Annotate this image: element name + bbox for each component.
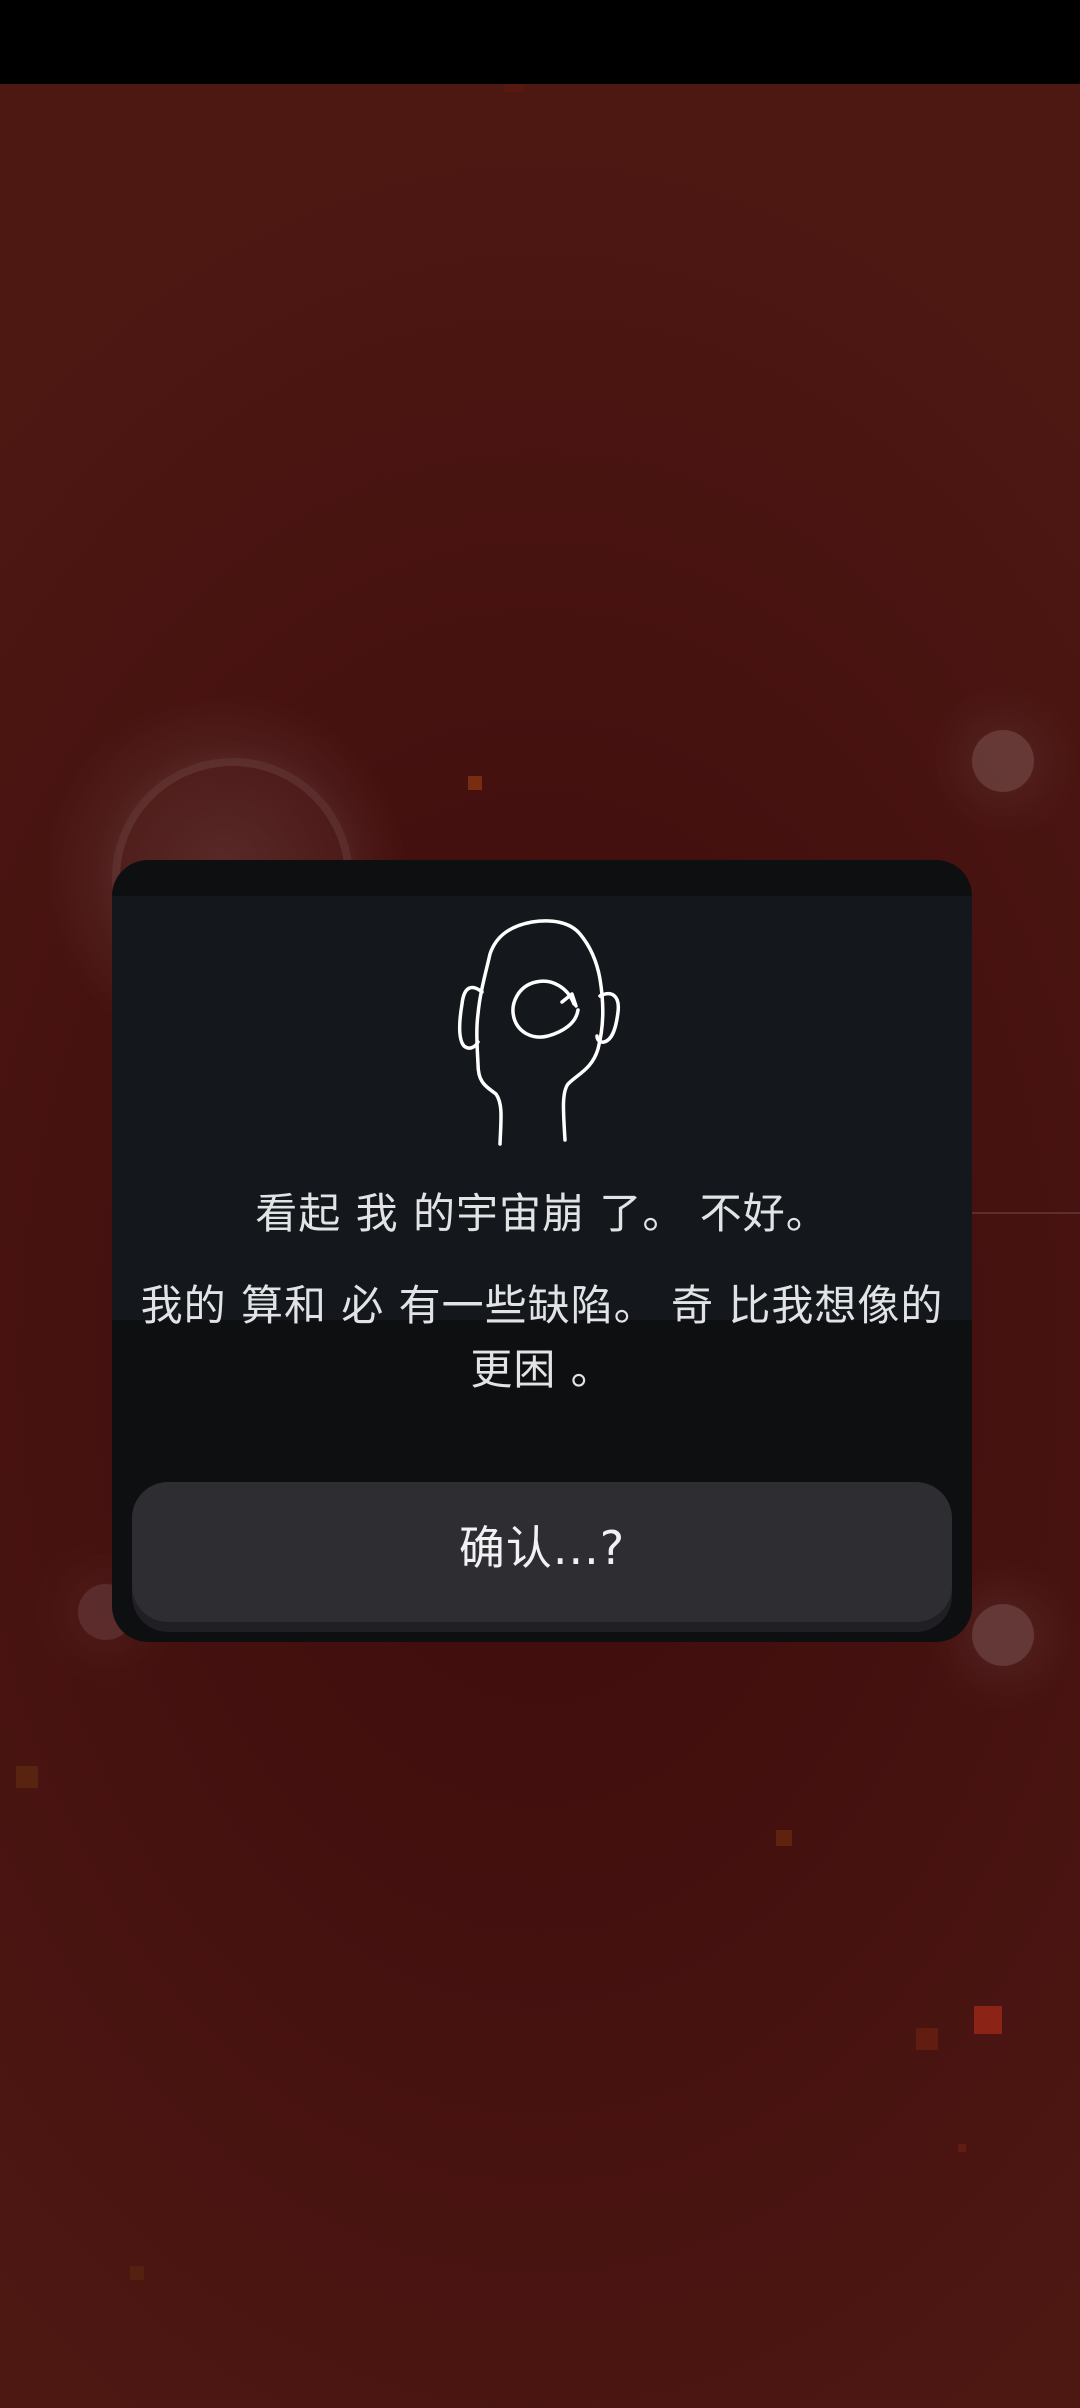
light-streak <box>960 1212 1080 1214</box>
confirm-button[interactable]: 确认...? <box>132 1482 952 1622</box>
screen: 看起 我 的宇宙崩 了。 不好。 我的 算和 必 有一些缺陷。 奇 比我想像的更… <box>0 0 1080 2408</box>
ember-particle <box>505 84 525 92</box>
dialog-message: 我的 算和 必 有一些缺陷。 奇 比我想像的更困 。 <box>140 1281 944 1394</box>
ember-particle <box>468 776 482 790</box>
error-dialog: 看起 我 的宇宙崩 了。 不好。 我的 算和 必 有一些缺陷。 奇 比我想像的更… <box>112 860 972 1642</box>
dialog-title: 看起 我 的宇宙崩 了。 不好。 <box>255 1189 829 1238</box>
ember-particle <box>916 2028 938 2050</box>
head-spiral-icon <box>457 919 621 1146</box>
glow-orb <box>972 730 1034 792</box>
ember-particle <box>130 2266 144 2280</box>
status-bar <box>0 0 1080 84</box>
dialog-body: 看起 我 的宇宙崩 了。 不好。 <box>112 896 972 1320</box>
ember-particle <box>776 1830 792 1846</box>
glow-orb <box>972 1604 1034 1666</box>
ember-particle <box>16 1766 38 1788</box>
ember-particle <box>974 2006 1002 2034</box>
ember-particle <box>958 2144 966 2152</box>
